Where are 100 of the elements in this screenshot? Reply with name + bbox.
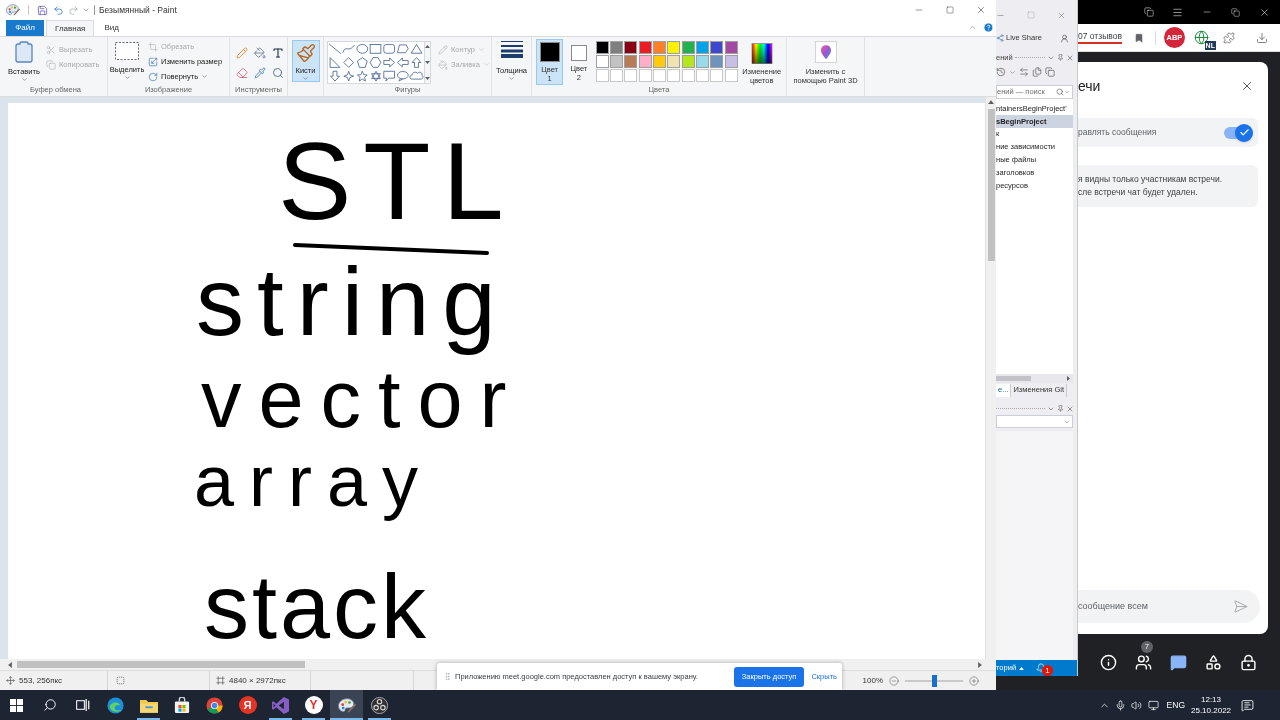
stacked-squares-icon[interactable] [1143,7,1154,17]
eraser-icon[interactable] [236,67,248,79]
scroll-left-icon[interactable] [8,661,12,668]
search-icon[interactable] [1056,88,1064,96]
scroll-up-icon[interactable] [988,100,994,104]
swatch-icon[interactable] [652,41,666,54]
close-icon[interactable] [1259,6,1270,18]
caret-up-icon[interactable] [1019,666,1025,670]
chat-icon [1169,653,1187,671]
paint-bucket-icon [438,59,448,70]
swatch-icon[interactable] [638,55,652,68]
pipette-icon[interactable] [254,67,266,79]
swatch-icon[interactable] [724,55,738,68]
vertical-scrollbar[interactable] [985,97,996,659]
history-icon[interactable] [996,67,1006,77]
scrollbar-thumb[interactable] [17,661,305,668]
person-icon[interactable] [1060,33,1069,43]
scroll-right-icon[interactable] [1067,376,1070,381]
taskbar-app-button[interactable] [330,690,363,720]
shapes-gallery[interactable] [328,42,424,83]
clock[interactable]: 12:13 25.10.2022 [1191,694,1231,716]
paint-bucket-icon[interactable] [254,47,266,59]
cursor-position: 553, 256пкс [19,674,63,687]
canvas-size: 4840 × 2972пкс [229,674,286,687]
taskbar-app-button[interactable]: Y [297,690,330,720]
toggle-switch[interactable] [1224,126,1250,139]
pin-icon[interactable] [1057,405,1064,412]
letter-logo: Я [238,696,257,714]
download-icon[interactable] [1255,31,1268,44]
text-tool-icon[interactable] [272,47,284,59]
files-icon[interactable] [1032,67,1042,77]
swatch-icon[interactable] [695,55,709,68]
monitor-icon[interactable] [1147,699,1159,711]
caret-icon [508,75,515,82]
chevron-up-icon[interactable] [968,23,977,32]
pin-icon[interactable] [1057,54,1064,61]
caret-icon[interactable] [1064,89,1070,95]
handwritten-text: stack [204,562,430,652]
caret-icon[interactable] [82,6,90,14]
slider-thumb[interactable] [932,674,937,687]
swatch-icon[interactable] [710,55,724,68]
swatch-icon[interactable] [667,55,681,68]
pencil-icon[interactable] [236,47,248,59]
shapes-icon [1204,653,1222,671]
share-icon[interactable] [996,34,1004,42]
bell-icon[interactable] [1036,663,1047,673]
swatch-icon[interactable] [595,55,609,68]
message-box[interactable]: сообщение всем [1078,590,1260,623]
zoom-in-icon[interactable] [969,675,979,686]
swatch-icon[interactable] [681,41,695,54]
expand-gallery-icon[interactable] [425,77,430,80]
scroll-up-icon[interactable] [425,45,430,48]
message-input[interactable]: сообщение всем [1078,599,1233,614]
restore-icon[interactable] [1231,7,1240,17]
puzzle-icon[interactable] [1222,31,1235,44]
swatch-icon[interactable] [681,55,695,68]
swatch-icon[interactable] [638,41,652,54]
speech-bubble-icon[interactable] [1241,698,1254,712]
pen-icon [438,44,448,55]
send-icon[interactable] [1233,599,1248,614]
swatch-icon[interactable] [652,55,666,68]
info-icon [1099,653,1117,671]
horizontal-scrollbar[interactable] [996,374,1073,383]
scrollbar-thumb[interactable] [987,109,995,261]
bookmark-icon[interactable] [1133,32,1144,43]
redo-icon[interactable] [68,4,79,16]
ribbon-logo-icon [272,696,289,714]
menu-icon[interactable] [1172,6,1183,18]
swatch-icon[interactable] [624,41,638,54]
swatch-icon[interactable] [710,41,724,54]
magnifier-icon[interactable] [272,67,284,79]
copy-icon[interactable] [1045,67,1055,77]
swatch-icon[interactable] [695,41,709,54]
language-indicator[interactable]: ENG [1166,698,1185,712]
swatch-icon[interactable] [595,41,609,54]
zoom-out-icon[interactable] [889,675,899,686]
letter-logo: Y [304,696,323,714]
line-thickness-icon [500,41,523,58]
close-icon[interactable] [1240,79,1254,93]
taskbar-app-button[interactable]: Я [231,690,264,720]
swatch-icon[interactable] [609,55,623,68]
drag-handle-icon[interactable] [443,672,452,681]
swatch-icon[interactable] [667,41,681,54]
ribbon-tab[interactable]: Файл [6,20,44,36]
scroll-down-icon[interactable] [425,61,430,64]
microphone-icon[interactable] [1114,699,1126,711]
swatch-icon[interactable] [724,41,738,54]
help-icon[interactable] [983,22,994,33]
save-icon[interactable] [37,4,48,16]
scroll-right-icon[interactable] [978,661,982,668]
swatch-icon[interactable] [624,55,638,68]
swap-arrows-icon[interactable] [1019,67,1029,77]
volume-icon[interactable] [1130,699,1142,711]
drawing-canvas[interactable]: STL string vector array stack [8,103,985,659]
swatch-icon[interactable] [609,41,623,54]
scrollbar-thumb[interactable] [996,376,1031,381]
undo-icon[interactable] [53,4,64,16]
ribbon-tab[interactable]: Вид [96,20,127,36]
caret-icon[interactable] [1009,68,1016,76]
object-dropdown[interactable] [996,415,1073,428]
